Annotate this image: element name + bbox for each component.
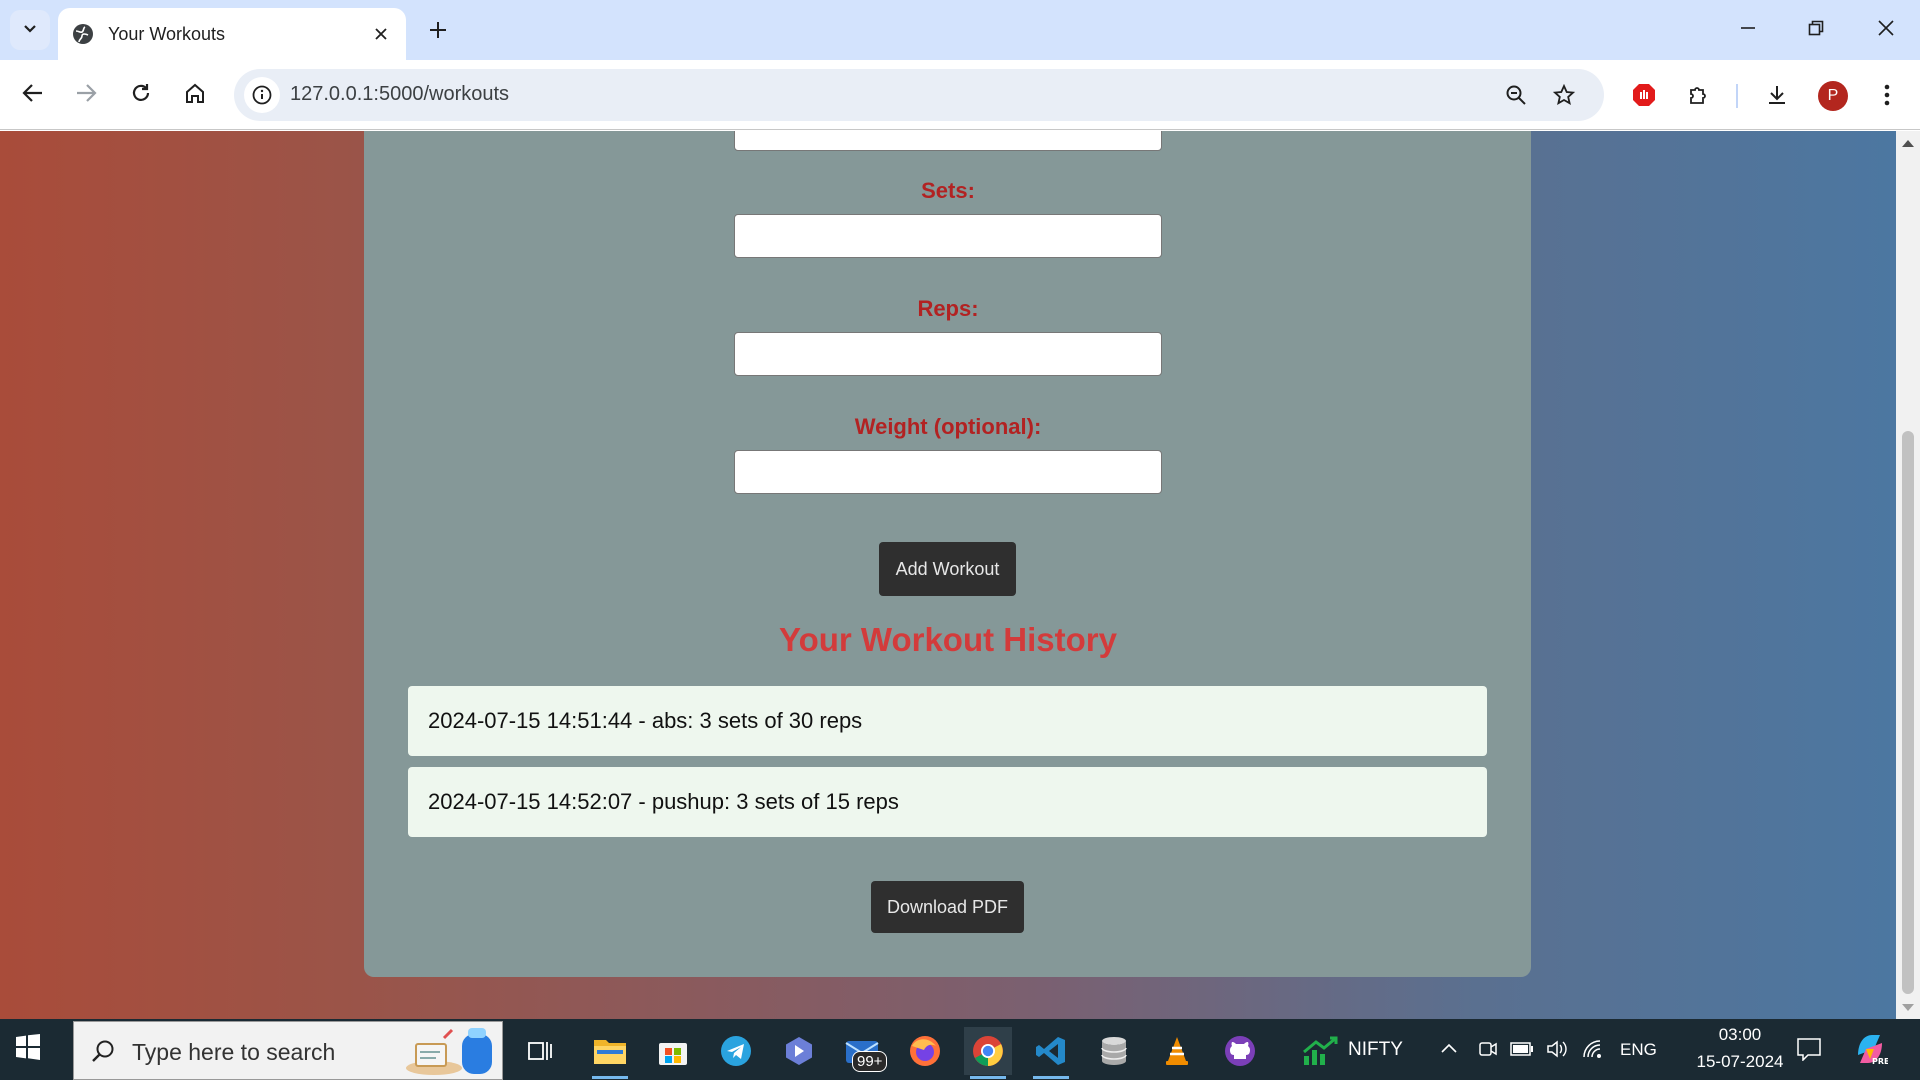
reps-input[interactable] (734, 332, 1162, 376)
telegram-icon[interactable] (712, 1027, 760, 1075)
restore-button[interactable] (1788, 8, 1844, 52)
scroll-down-arrow-icon[interactable] (1902, 1004, 1914, 1011)
browser-tab-strip: Your Workouts (0, 0, 1920, 60)
clock-time[interactable]: 03:00 (1700, 1025, 1780, 1045)
weight-input[interactable] (734, 450, 1162, 494)
sets-label: Sets: (921, 178, 975, 203)
meet-now-icon[interactable] (1478, 1039, 1498, 1064)
language-indicator[interactable]: ENG (1620, 1040, 1657, 1060)
extensions-puzzle-icon[interactable] (1678, 74, 1720, 116)
minimize-icon (1740, 20, 1756, 41)
tab-search-button[interactable] (10, 10, 50, 50)
svg-text:PRE: PRE (1872, 1057, 1888, 1066)
search-placeholder: Type here to search (132, 1039, 336, 1065)
vscode-icon[interactable] (1027, 1027, 1075, 1079)
history-title: Your Workout History (779, 621, 1117, 658)
minimize-button[interactable] (1720, 8, 1776, 52)
arrow-right-icon (75, 82, 97, 109)
bookmark-star-icon[interactable] (1546, 77, 1582, 113)
close-window-button[interactable] (1858, 8, 1914, 52)
microsoft-store-icon[interactable] (649, 1027, 697, 1075)
add-workout-button[interactable]: Add Workout (879, 542, 1016, 596)
forward-button[interactable] (65, 74, 107, 116)
downloads-icon[interactable] (1756, 74, 1798, 116)
url-text[interactable]: 127.0.0.1:5000/workouts (290, 83, 509, 106)
chevron-up-icon[interactable] (1440, 1041, 1458, 1060)
scroll-up-arrow-icon[interactable] (1902, 140, 1914, 147)
battery-icon[interactable] (1510, 1041, 1534, 1062)
exercise-input[interactable] (734, 131, 1162, 151)
notifications-icon[interactable] (1796, 1037, 1822, 1066)
chrome-icon[interactable] (964, 1027, 1012, 1079)
windows-taskbar: Type here to search 99+ NIFTY ENG 03:00 … (0, 1019, 1920, 1080)
chevron-down-icon (22, 20, 38, 41)
search-icon (90, 1038, 116, 1069)
vlc-icon[interactable] (1153, 1027, 1201, 1075)
page-viewport: Sets: Reps: Weight (optional): Add Worko… (0, 131, 1896, 1019)
mail-icon[interactable]: 99+ (838, 1027, 888, 1075)
kebab-menu-icon[interactable] (1866, 74, 1908, 116)
zoom-icon[interactable] (1498, 77, 1534, 113)
history-item: 2024-07-15 14:51:44 - abs: 3 sets of 30 … (408, 686, 1487, 756)
taskbar-search-box[interactable]: Type here to search (73, 1021, 503, 1080)
mail-badge: 99+ (852, 1051, 888, 1072)
wifi-icon[interactable] (1582, 1039, 1604, 1064)
toolbar-divider (1736, 84, 1738, 108)
active-indicator (970, 1076, 1006, 1079)
active-indicator (1033, 1076, 1069, 1079)
back-button[interactable] (12, 74, 54, 116)
address-bar[interactable]: 127.0.0.1:5000/workouts (234, 69, 1604, 121)
close-tab-icon[interactable] (370, 23, 392, 45)
stocks-widget-icon[interactable] (1296, 1027, 1344, 1075)
globe-icon (72, 23, 94, 45)
new-tab-button[interactable] (420, 14, 456, 50)
tab-title: Your Workouts (108, 23, 226, 44)
power-automate-icon[interactable] (775, 1027, 823, 1075)
arrow-left-icon (22, 82, 44, 109)
sets-input[interactable] (734, 214, 1162, 258)
browser-tab[interactable]: Your Workouts (58, 8, 406, 60)
reload-button[interactable] (120, 74, 162, 116)
nifty-label[interactable]: NIFTY (1348, 1039, 1403, 1061)
history-item: 2024-07-15 14:52:07 - pushup: 3 sets of … (408, 767, 1487, 837)
clock-date[interactable]: 15-07-2024 (1676, 1052, 1804, 1072)
github-desktop-icon[interactable] (1216, 1027, 1264, 1075)
windows-start-icon[interactable] (14, 1033, 46, 1065)
adblock-extension-icon[interactable] (1623, 74, 1665, 116)
profile-avatar[interactable]: P (1818, 81, 1848, 111)
page-scrollbar[interactable] (1896, 131, 1920, 1019)
site-info-icon[interactable] (244, 77, 280, 113)
restore-icon (1808, 20, 1824, 41)
reload-icon (130, 82, 152, 109)
home-button[interactable] (174, 74, 216, 116)
weight-label: Weight (optional): (854, 414, 1042, 439)
scrollbar-thumb[interactable] (1902, 431, 1914, 994)
browser-toolbar: 127.0.0.1:5000/workouts P (0, 60, 1920, 130)
reps-label: Reps: (917, 296, 979, 321)
download-pdf-button[interactable]: Download PDF (871, 881, 1024, 933)
firefox-icon[interactable] (901, 1027, 949, 1075)
plus-icon (429, 21, 447, 44)
task-view-icon[interactable] (516, 1027, 564, 1075)
database-icon[interactable] (1090, 1027, 1138, 1075)
volume-icon[interactable] (1546, 1039, 1568, 1064)
close-icon (1878, 19, 1894, 41)
search-highlight-illustration-icon (404, 1028, 500, 1080)
active-indicator (592, 1076, 628, 1079)
copilot-icon[interactable]: PRE (1852, 1031, 1890, 1072)
file-explorer-icon[interactable] (586, 1027, 634, 1079)
home-icon (184, 82, 206, 109)
